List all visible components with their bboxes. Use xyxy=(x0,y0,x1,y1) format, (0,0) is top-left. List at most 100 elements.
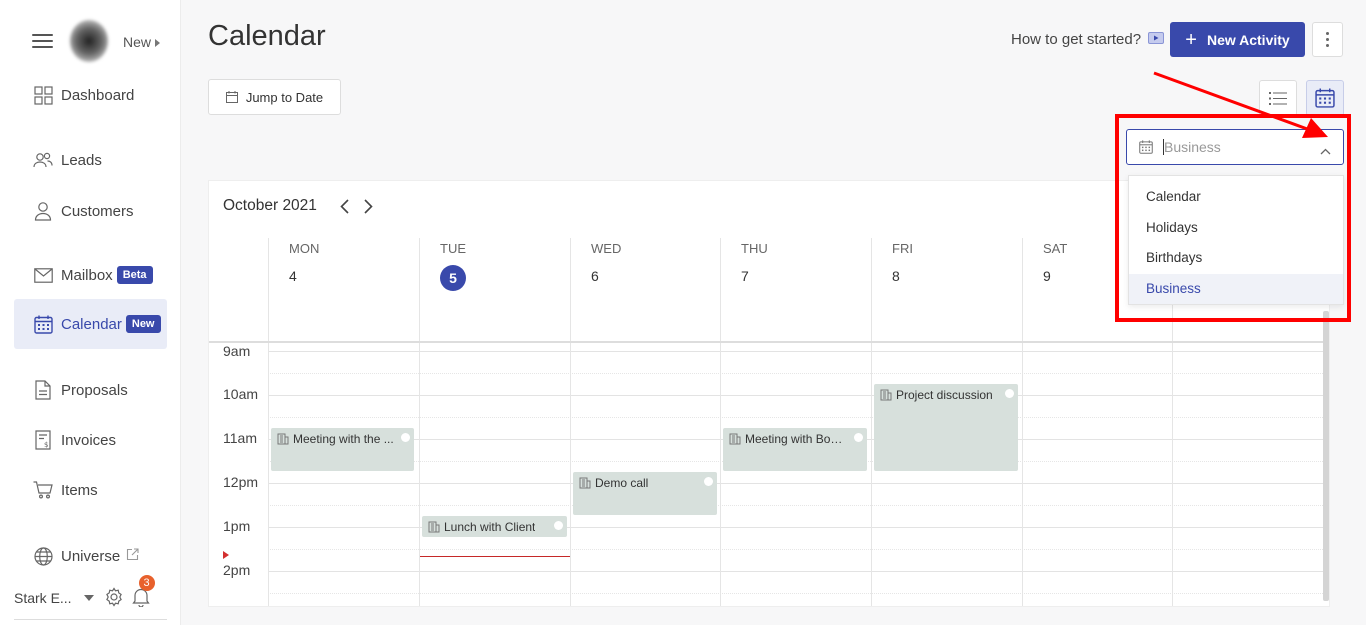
sidebar-item-label: Universe xyxy=(61,547,121,565)
event-status-dot[interactable] xyxy=(704,477,713,486)
sidebar-item-invoices[interactable]: $ Invoices xyxy=(14,422,167,458)
event-title: Meeting with Boa... xyxy=(745,432,847,446)
event-title: Demo call xyxy=(595,476,649,490)
plus-icon: + xyxy=(1185,28,1197,51)
next-week-button[interactable] xyxy=(361,197,375,215)
grid-column-line xyxy=(871,343,872,606)
event-status-dot[interactable] xyxy=(401,433,410,442)
sidebar-item-leads[interactable]: Leads xyxy=(14,142,167,178)
event-title: Meeting with the ... xyxy=(293,432,394,446)
grid-column-line xyxy=(570,343,571,606)
sidebar-item-label: Dashboard xyxy=(61,86,135,104)
half-hour-gridline xyxy=(268,373,1325,374)
invoices-icon: $ xyxy=(33,430,53,450)
hour-gridline xyxy=(268,571,1325,572)
half-hour-gridline xyxy=(268,505,1325,506)
calendar-view-icon xyxy=(1315,88,1335,108)
time-label: 2pm xyxy=(223,562,251,578)
event-block[interactable]: Project discussion xyxy=(874,384,1018,471)
new-menu-button[interactable]: New xyxy=(123,34,161,50)
sidebar-item-label: Leads xyxy=(61,151,102,169)
sidebar-item-customers[interactable]: Customers xyxy=(14,193,167,229)
day-header-today[interactable]: TUE 5 xyxy=(419,238,570,341)
dropdown-option-birthdays[interactable]: Birthdays xyxy=(1129,243,1343,274)
hour-gridline xyxy=(268,395,1325,396)
time-label: 11am xyxy=(223,430,257,446)
day-name: MON xyxy=(289,241,320,256)
items-icon xyxy=(33,480,53,500)
event-status-dot[interactable] xyxy=(854,433,863,442)
event-block[interactable]: Demo call xyxy=(573,472,717,515)
sidebar-item-mailbox[interactable]: Mailbox Beta xyxy=(14,257,167,293)
jump-to-date-label: Jump to Date xyxy=(245,89,324,105)
divider xyxy=(14,619,167,620)
sidebar-item-universe[interactable]: Universe xyxy=(14,538,167,574)
event-block[interactable]: Meeting with Boa... xyxy=(723,428,867,471)
dropdown-option-calendar[interactable]: Calendar xyxy=(1129,182,1343,213)
sidebar-item-label: Proposals xyxy=(61,381,128,399)
account-name[interactable]: Stark E... xyxy=(14,590,72,606)
calendar-type-select[interactable]: Business xyxy=(1126,129,1344,165)
time-grid[interactable]: 9am 10am 11am 12pm 1pm 2pm Meeting with … xyxy=(209,341,1325,606)
kebab-dot-icon xyxy=(1326,38,1329,41)
event-block[interactable]: Meeting with the ... xyxy=(271,428,414,471)
select-value: Business xyxy=(1164,139,1221,155)
sidebar-item-label: Customers xyxy=(61,202,134,220)
leads-icon xyxy=(33,150,53,170)
prev-week-button[interactable] xyxy=(337,197,351,215)
sidebar-item-label: Calendar xyxy=(61,315,122,333)
grid-column-line xyxy=(1172,343,1173,606)
list-view-button[interactable] xyxy=(1259,80,1297,116)
scrollbar[interactable] xyxy=(1323,311,1329,601)
kebab-dot-icon xyxy=(1326,32,1329,35)
time-label: 1pm xyxy=(223,518,251,534)
building-icon xyxy=(579,477,591,492)
sidebar-item-dashboard[interactable]: Dashboard xyxy=(14,77,167,113)
sidebar-item-items[interactable]: Items xyxy=(14,472,167,508)
event-status-dot[interactable] xyxy=(554,521,563,530)
event-title: Lunch with Client xyxy=(444,520,536,534)
how-to-get-started-link[interactable]: How to get started? xyxy=(1011,31,1165,48)
sidebar-footer: Stark E... 3 xyxy=(14,574,167,611)
more-options-button[interactable] xyxy=(1312,22,1343,57)
jump-to-date-button[interactable]: Jump to Date xyxy=(208,79,341,115)
dropdown-option-holidays[interactable]: Holidays xyxy=(1129,213,1343,244)
notifications-button[interactable]: 3 xyxy=(131,574,155,610)
hamburger-menu-icon[interactable] xyxy=(32,34,53,48)
hour-gridline xyxy=(268,351,1325,352)
dropdown-option-business[interactable]: Business xyxy=(1129,273,1343,304)
current-time-line xyxy=(420,556,570,557)
chevron-right-icon xyxy=(363,198,373,214)
new-badge: New xyxy=(125,315,161,333)
day-header[interactable]: WED 6 xyxy=(570,238,720,341)
sidebar-item-label: Items xyxy=(61,481,98,499)
globe-icon xyxy=(33,546,53,566)
day-header[interactable]: MON 4 xyxy=(268,238,419,341)
video-icon xyxy=(1148,31,1165,48)
event-status-dot[interactable] xyxy=(1005,389,1014,398)
new-activity-button[interactable]: + New Activity xyxy=(1170,22,1305,57)
event-title: Project discussion xyxy=(896,388,993,402)
notification-count-badge: 3 xyxy=(138,574,155,591)
day-header[interactable]: THU 7 xyxy=(720,238,871,341)
gear-icon[interactable] xyxy=(104,586,124,610)
sidebar-item-label: Mailbox xyxy=(61,266,113,284)
event-block[interactable]: Lunch with Client xyxy=(422,516,567,537)
half-hour-gridline xyxy=(268,593,1325,594)
sidebar-item-calendar[interactable]: Calendar New xyxy=(14,299,167,349)
calendar-small-icon xyxy=(225,91,238,103)
grid-column-line xyxy=(419,343,420,606)
sidebar-item-proposals[interactable]: Proposals xyxy=(14,372,167,408)
caret-right-icon xyxy=(155,39,161,48)
avatar[interactable] xyxy=(70,20,108,62)
new-menu-label: New xyxy=(123,34,152,50)
list-icon xyxy=(1269,91,1287,105)
chevron-up-icon[interactable] xyxy=(1320,142,1331,160)
account-dropdown-icon[interactable] xyxy=(83,595,94,601)
dashboard-icon xyxy=(33,85,53,105)
time-label: 9am xyxy=(223,343,251,359)
time-label: 12pm xyxy=(223,474,259,490)
day-header[interactable]: FRI 8 xyxy=(871,238,1022,341)
calendar-view-button[interactable] xyxy=(1306,80,1344,116)
day-number: 8 xyxy=(892,268,900,284)
